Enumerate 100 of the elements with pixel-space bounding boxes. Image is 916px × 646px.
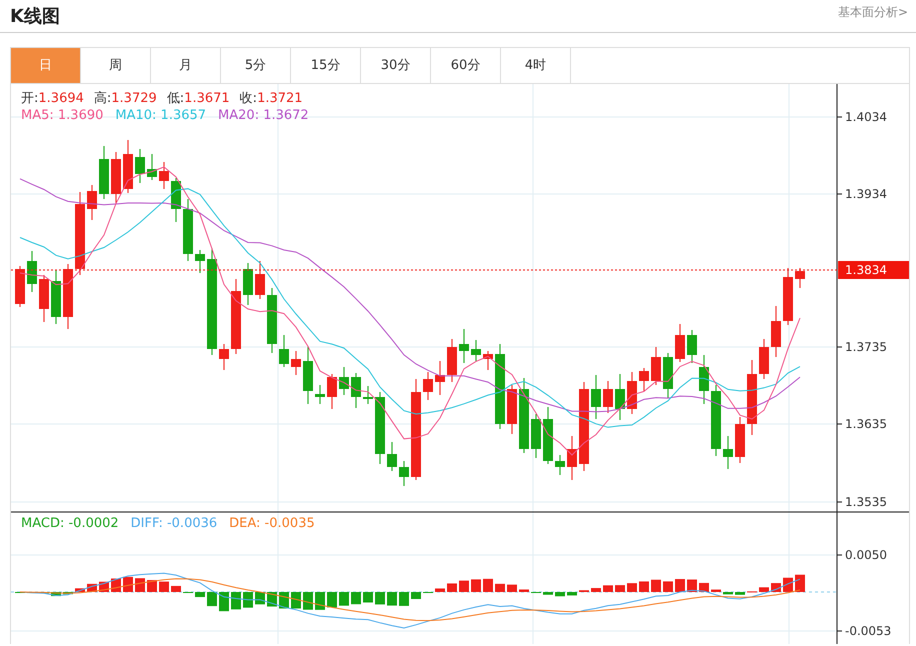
candlestick <box>483 350 493 370</box>
macd-bar <box>243 592 253 608</box>
macd-bar <box>663 581 673 592</box>
candlestick <box>735 416 745 464</box>
candlestick <box>711 384 721 456</box>
price-axis-label: 1.3735 <box>845 340 887 354</box>
candlestick <box>543 406 553 464</box>
candlestick <box>555 454 565 476</box>
macd-bar <box>387 592 397 606</box>
candlestick <box>243 262 253 306</box>
price-label: 高: <box>94 91 112 106</box>
candlestick <box>603 380 613 414</box>
price-value: 1.3694 <box>38 91 84 106</box>
price-axis-label: 1.3635 <box>845 417 887 431</box>
macd-bar <box>315 592 325 610</box>
macd-bar <box>51 592 61 596</box>
macd-bar <box>735 592 745 595</box>
candlestick <box>63 264 73 330</box>
macd-bar <box>567 592 577 596</box>
candlestick <box>567 436 577 480</box>
macd-bar <box>411 592 421 600</box>
price-value: 1.3729 <box>111 91 157 106</box>
macd-bar <box>375 592 385 604</box>
macd-bar <box>447 583 457 592</box>
macd-bar <box>195 592 205 598</box>
candlestick <box>27 250 37 292</box>
candlestick <box>759 338 769 380</box>
price-axis-label: 1.3934 <box>845 187 887 201</box>
macd-bar <box>171 586 181 592</box>
macd-bar <box>591 588 601 592</box>
candlestick <box>687 330 697 364</box>
macd-legend: DIFF: -0.0036 <box>130 516 218 531</box>
macd-bar <box>555 592 565 596</box>
current-price-label: 1.3834 <box>845 263 887 277</box>
fundamental-analysis-link[interactable]: 基本面分析> <box>838 3 908 21</box>
period-tab[interactable]: 60分 <box>431 48 501 84</box>
macd-bar <box>639 581 649 592</box>
candlestick <box>15 266 25 308</box>
candlestick <box>87 184 97 220</box>
candlestick <box>267 288 277 354</box>
candlestick <box>795 268 805 288</box>
macd-bar <box>723 592 733 594</box>
macd-bar <box>519 590 529 592</box>
macd-bar <box>783 578 793 592</box>
price-value: 1.3671 <box>184 91 230 106</box>
macd-bar <box>231 592 241 610</box>
candlestick <box>675 324 685 362</box>
candlestick <box>699 354 709 404</box>
moving-average-legend: MA10: 1.3657 <box>115 108 206 123</box>
candlestick <box>351 372 361 408</box>
candlestick <box>363 386 373 404</box>
macd-bar <box>135 578 145 592</box>
macd-bar <box>291 592 301 608</box>
period-tab[interactable]: 5分 <box>221 48 291 84</box>
candlestick <box>111 152 121 204</box>
candlestick <box>615 374 625 420</box>
candlestick <box>639 368 649 392</box>
period-tab[interactable]: 4时 <box>501 48 571 84</box>
macd-bar <box>675 579 685 592</box>
period-tab[interactable]: 月 <box>151 48 221 84</box>
price-axis-label: 1.4034 <box>845 110 887 124</box>
macd-bar <box>759 587 769 592</box>
candlestick <box>219 344 229 370</box>
macd-bar <box>459 580 469 592</box>
period-tab[interactable]: 30分 <box>361 48 431 84</box>
macd-bar <box>711 590 721 592</box>
macd-bar <box>627 583 637 592</box>
candlestick <box>39 274 49 322</box>
candlestick <box>291 350 301 376</box>
candlestick <box>135 148 145 184</box>
macd-bar <box>795 574 805 592</box>
candlestick <box>327 374 337 410</box>
candlestick <box>255 260 265 300</box>
candlestick <box>387 442 397 472</box>
period-tab[interactable]: 周 <box>81 48 151 84</box>
candlestick <box>339 366 349 396</box>
macd-bar <box>303 592 313 610</box>
candlestick <box>99 146 109 200</box>
candlestick <box>663 352 673 398</box>
candlestick <box>447 338 457 382</box>
macd-bar <box>327 592 337 608</box>
candlestick <box>147 154 157 180</box>
candlestick <box>279 334 289 368</box>
period-tab[interactable]: 15分 <box>291 48 361 84</box>
candlestick <box>459 328 469 364</box>
macd-bar <box>147 580 157 592</box>
candlestick <box>783 268 793 326</box>
macd-bar <box>483 578 493 592</box>
macd-axis-label: 0.0050 <box>845 548 887 562</box>
candlestick <box>183 198 193 262</box>
price-tag-background <box>838 261 909 279</box>
macd-bar <box>75 588 85 592</box>
candlestick <box>159 162 169 190</box>
candlestick <box>471 340 481 362</box>
price-value: 1.3721 <box>257 91 303 106</box>
candlestick <box>627 372 637 414</box>
chart-title: K线图 <box>10 4 60 28</box>
price-label: 开: <box>21 91 38 106</box>
candlestick <box>591 374 601 420</box>
candlestick <box>315 384 325 404</box>
